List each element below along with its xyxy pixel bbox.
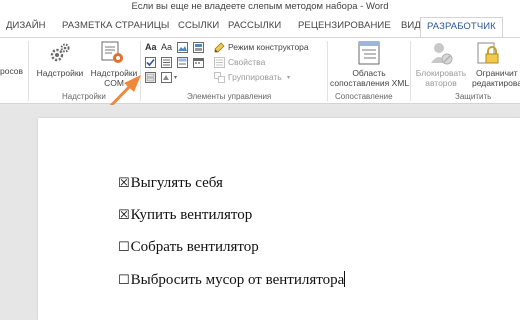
com-addins-label-2: COM [104, 78, 124, 88]
date-picker-icon[interactable] [193, 57, 204, 68]
properties-icon [214, 57, 225, 68]
xml-mapping-pane-button[interactable]: Область сопоставления XML [330, 39, 410, 88]
group-separator [28, 41, 29, 101]
checkbox-unchecked[interactable]: ☐ [118, 273, 130, 288]
group-separator [327, 41, 328, 101]
block-authors-icon [431, 43, 453, 65]
restrict-editing-label-2: редактирован [472, 78, 520, 88]
com-addins-label-1: Надстройки [90, 68, 138, 78]
checkbox-unchecked[interactable]: ☐ [118, 240, 130, 255]
group-icon [214, 72, 225, 83]
tab-design[interactable]: ДИЗАЙН [6, 18, 46, 37]
design-mode-button[interactable]: Режим конструктора [228, 42, 309, 52]
group-dropdown-arrow-icon[interactable]: ▾ [287, 74, 290, 81]
window-title: Если вы еще не владеете слепым методом н… [131, 1, 389, 12]
building-block-icon[interactable] [193, 42, 204, 53]
plain-text-control-icon[interactable]: Aa [161, 42, 172, 53]
tab-mailings[interactable]: РАССЫЛКИ [228, 18, 281, 37]
legacy-dropdown-arrow-icon[interactable]: ▾ [174, 74, 177, 81]
checkbox-checked[interactable]: ☒ [118, 176, 130, 191]
dropdown-list-icon[interactable] [177, 57, 188, 68]
group-separator [410, 41, 411, 101]
restrict-editing-button[interactable]: Ограничит редактирован [472, 39, 520, 88]
com-addins-button[interactable]: Надстройки COM [88, 39, 140, 88]
checklist-text: Выбросить мусор от вентилятора [130, 272, 345, 288]
combo-box-icon[interactable] [161, 57, 172, 68]
cut-off-label: росов [0, 66, 24, 76]
checklist-line-1[interactable]: ☒Выгулять себя [118, 175, 223, 192]
properties-button[interactable]: Свойства [228, 57, 265, 67]
block-authors-button[interactable]: Блокировать авторов [412, 39, 470, 88]
title-bar: Если вы еще не владеете слепым методом н… [0, 0, 520, 14]
group-button[interactable]: Группировать [228, 72, 282, 82]
tab-references[interactable]: ССЫЛКИ [178, 18, 219, 37]
gear-icon [50, 43, 70, 62]
checklist-text: Собрать вентилятор [130, 239, 259, 255]
repeating-section-icon[interactable] [145, 72, 156, 83]
document-area: ☒Выгулять себя ☒Купить вентилятор ☐Собра… [0, 105, 520, 320]
checkbox-checked[interactable]: ☒ [118, 208, 130, 223]
legacy-tools-icon[interactable] [161, 72, 172, 83]
tab-page-layout[interactable]: РАЗМЕТКА СТРАНИЦЫ [62, 18, 169, 37]
tab-developer[interactable]: РАЗРАБОТЧИК [420, 17, 503, 38]
group-label-protect: Защитить [455, 92, 492, 101]
group-label-controls: Элементы управления [187, 92, 272, 101]
design-mode-icon [214, 42, 225, 53]
com-addins-icon [101, 41, 123, 63]
checklist-line-3[interactable]: ☐Собрать вентилятор [118, 239, 259, 256]
group-label-mapping: Сопоставление [335, 92, 393, 101]
ribbon: росов Надстройки Надстройки COM Надстрой… [0, 37, 520, 104]
checklist-line-2[interactable]: ☒Купить вентилятор [118, 207, 252, 224]
xml-mapping-label-1: Область [352, 68, 386, 78]
block-authors-label-2: авторов [425, 78, 457, 88]
addins-button[interactable]: Надстройки [34, 39, 86, 87]
checklist-text: Выгулять себя [130, 175, 223, 191]
picture-control-icon[interactable] [177, 42, 188, 53]
group-separator [140, 41, 141, 101]
block-authors-label-1: Блокировать [415, 68, 467, 78]
document-page[interactable]: ☒Выгулять себя ☒Купить вентилятор ☐Собра… [38, 118, 520, 320]
restrict-editing-label-1: Ограничит [476, 68, 518, 78]
group-label-addins: Надстройки [62, 92, 106, 101]
tab-view[interactable]: ВИД [401, 18, 421, 37]
rich-text-control-icon[interactable]: Aa [145, 42, 157, 53]
checklist-text: Купить вентилятор [130, 207, 253, 223]
addins-label: Надстройки [36, 68, 84, 78]
text-cursor [344, 271, 346, 287]
checklist-line-4[interactable]: ☐Выбросить мусор от вентилятора [118, 271, 346, 289]
lock-icon [477, 42, 499, 64]
xml-mapping-label-2: сопоставления XML [330, 78, 410, 88]
checkbox-control-icon[interactable] [145, 57, 156, 68]
ribbon-tabs: ДИЗАЙН РАЗМЕТКА СТРАНИЦЫ ССЫЛКИ РАССЫЛКИ… [0, 14, 520, 38]
tab-review[interactable]: РЕЦЕНЗИРОВАНИЕ [298, 18, 391, 37]
xml-mapping-icon [358, 41, 380, 65]
